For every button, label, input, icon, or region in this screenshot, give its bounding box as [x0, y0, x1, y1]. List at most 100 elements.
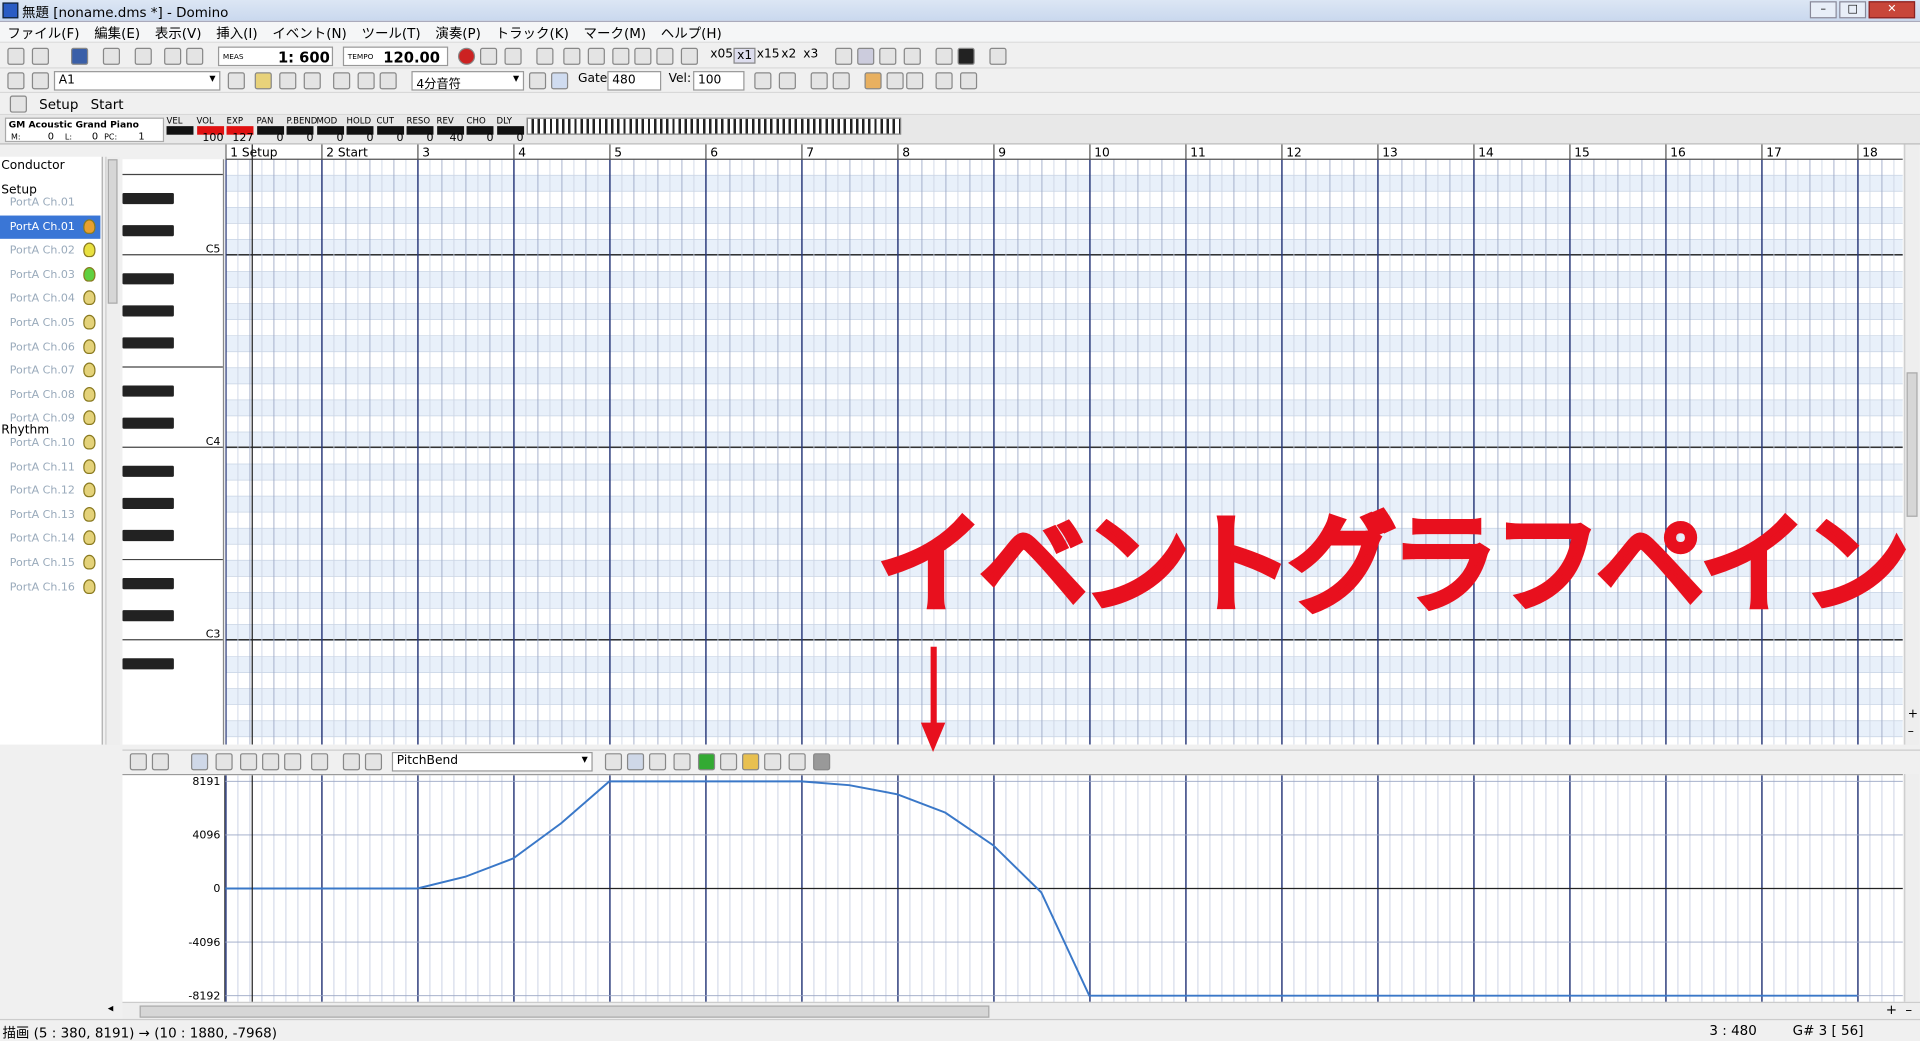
speed-x1[interactable]: x1	[733, 47, 756, 64]
menu-play[interactable]: 演奏(P)	[428, 22, 488, 42]
zoom-v-icon[interactable]	[832, 72, 850, 90]
eraser-icon[interactable]	[379, 72, 397, 90]
settings-icon[interactable]	[989, 47, 1007, 65]
zoom-minus-icon[interactable]: –	[1908, 725, 1914, 738]
play-icon[interactable]	[634, 47, 652, 65]
curve-icon[interactable]	[191, 753, 209, 771]
grid-icon[interactable]	[935, 47, 953, 65]
window-icon[interactable]	[788, 753, 806, 771]
track-select[interactable]: A1 ▾	[53, 71, 221, 91]
hand-icon[interactable]	[83, 530, 96, 546]
track-row[interactable]: PortA Ch.12	[0, 479, 100, 503]
menu-track[interactable]: トラック(K)	[488, 22, 576, 42]
s-curve-icon[interactable]	[240, 753, 258, 771]
wave-icon[interactable]	[648, 753, 667, 771]
hand-icon[interactable]	[83, 290, 96, 306]
marker-setup[interactable]: Setup	[39, 97, 78, 113]
list-icon[interactable]	[906, 72, 924, 90]
adjust-icon[interactable]	[311, 753, 329, 771]
track-row[interactable]: PortA Ch.03	[0, 263, 100, 287]
bar-graph-icon[interactable]	[604, 753, 623, 771]
drum-icon[interactable]	[31, 72, 49, 90]
loop-icon[interactable]	[536, 47, 554, 65]
piano-roll-grid[interactable]: 1 Setup 2 Start 3 4 5 6 7 8 9 10 11 12 13 14 15 16 17 18	[225, 144, 1903, 745]
zoom-out-icon[interactable]	[778, 72, 796, 90]
properties-icon[interactable]	[102, 47, 121, 65]
black-key[interactable]	[122, 193, 174, 205]
menu-file[interactable]: ファイル(F)	[0, 22, 87, 42]
piano-roll-vscrollbar[interactable]: + –	[1904, 144, 1919, 745]
snap-icon[interactable]	[864, 72, 882, 90]
accent-icon[interactable]	[673, 753, 691, 771]
next-measure-icon[interactable]	[656, 47, 674, 65]
piano-keyboard[interactable]: C5 C4 C3	[122, 159, 225, 745]
black-key[interactable]	[122, 465, 174, 477]
track-row[interactable]: PortA Ch.11	[0, 455, 100, 479]
hand-icon[interactable]	[83, 554, 96, 570]
list-icon[interactable]	[764, 753, 782, 771]
level-icon[interactable]	[697, 753, 716, 771]
hand-icon[interactable]	[83, 482, 96, 498]
monitor-icon[interactable]	[903, 47, 921, 65]
minimize-button[interactable]: –	[1809, 1, 1837, 19]
stop-icon[interactable]	[813, 753, 831, 771]
hand-icon[interactable]	[83, 458, 96, 474]
hand-icon[interactable]	[83, 362, 96, 378]
piano-roll-vscroll-thumb[interactable]	[1906, 372, 1918, 517]
line-icon[interactable]	[151, 753, 169, 771]
document-icon[interactable]	[134, 47, 152, 65]
black-key[interactable]	[122, 305, 174, 317]
chevron-down-icon[interactable]	[886, 72, 904, 90]
hand-move-icon[interactable]	[303, 72, 321, 90]
scroll-left-icon[interactable]: ◂	[108, 1003, 114, 1015]
speed-x3[interactable]: x3	[803, 48, 818, 61]
export-icon[interactable]	[960, 72, 978, 90]
arc-icon[interactable]	[215, 753, 233, 771]
go-end-icon[interactable]	[680, 47, 698, 65]
hand-icon[interactable]	[83, 218, 96, 234]
track-row[interactable]: PortA Ch.07	[0, 359, 100, 383]
go-start-icon[interactable]	[563, 47, 581, 65]
step-record-icon[interactable]	[480, 47, 498, 65]
zoom-in-icon[interactable]	[754, 72, 772, 90]
track-row[interactable]: PortA Ch.01	[0, 215, 101, 240]
select-rect-icon[interactable]	[357, 72, 375, 90]
note-length-select[interactable]: 4分音符 ▾	[411, 71, 525, 92]
black-key[interactable]	[122, 658, 174, 670]
midi-input-icon[interactable]	[504, 47, 522, 65]
marker-start[interactable]: Start	[91, 97, 124, 113]
zoom-plus-icon[interactable]: +	[1886, 1002, 1897, 1018]
track-row[interactable]: PortA Ch.01	[0, 191, 100, 215]
track-row[interactable]: PortA Ch.13	[0, 503, 100, 527]
menu-edit[interactable]: 編集(E)	[87, 22, 148, 42]
event-graph-pane[interactable]: 8191 4096 0 -4096 -8192	[122, 774, 1919, 1004]
hand-select-icon[interactable]	[279, 72, 297, 90]
hand-icon[interactable]	[83, 314, 96, 330]
close-button[interactable]: ✕	[1868, 1, 1916, 19]
black-key[interactable]	[122, 497, 174, 509]
track-row[interactable]: PortA Ch.02	[0, 239, 100, 263]
track-list-scrollbar[interactable]	[105, 156, 121, 745]
horizontal-scroll-thumb[interactable]	[139, 1005, 990, 1018]
vel-input[interactable]: 100	[693, 71, 745, 91]
freehand-icon[interactable]	[129, 753, 147, 771]
pencil-icon[interactable]	[333, 72, 351, 90]
piano-icon[interactable]	[7, 72, 25, 90]
gate-input[interactable]: 480	[607, 71, 662, 91]
range-icon[interactable]	[720, 753, 738, 771]
meter-icon[interactable]	[957, 47, 975, 65]
line-graph-icon[interactable]	[626, 753, 645, 771]
prev-measure-icon[interactable]	[612, 47, 630, 65]
menu-mark[interactable]: マーク(M)	[576, 22, 653, 42]
track-row[interactable]: PortA Ch.04	[0, 287, 100, 311]
black-key[interactable]	[122, 578, 174, 590]
black-key[interactable]	[122, 529, 174, 542]
staff-view-icon[interactable]	[879, 47, 897, 65]
note-icon[interactable]	[528, 72, 547, 90]
zoom-minus-icon[interactable]: –	[1905, 1002, 1912, 1018]
black-key[interactable]	[122, 417, 174, 429]
instrument-box[interactable]: GM Acoustic Grand Piano M: 0 L: 0 PC: 1	[4, 117, 165, 143]
random-icon[interactable]	[262, 753, 280, 771]
import-icon[interactable]	[935, 72, 953, 90]
speed-x15[interactable]: x15	[757, 48, 780, 61]
